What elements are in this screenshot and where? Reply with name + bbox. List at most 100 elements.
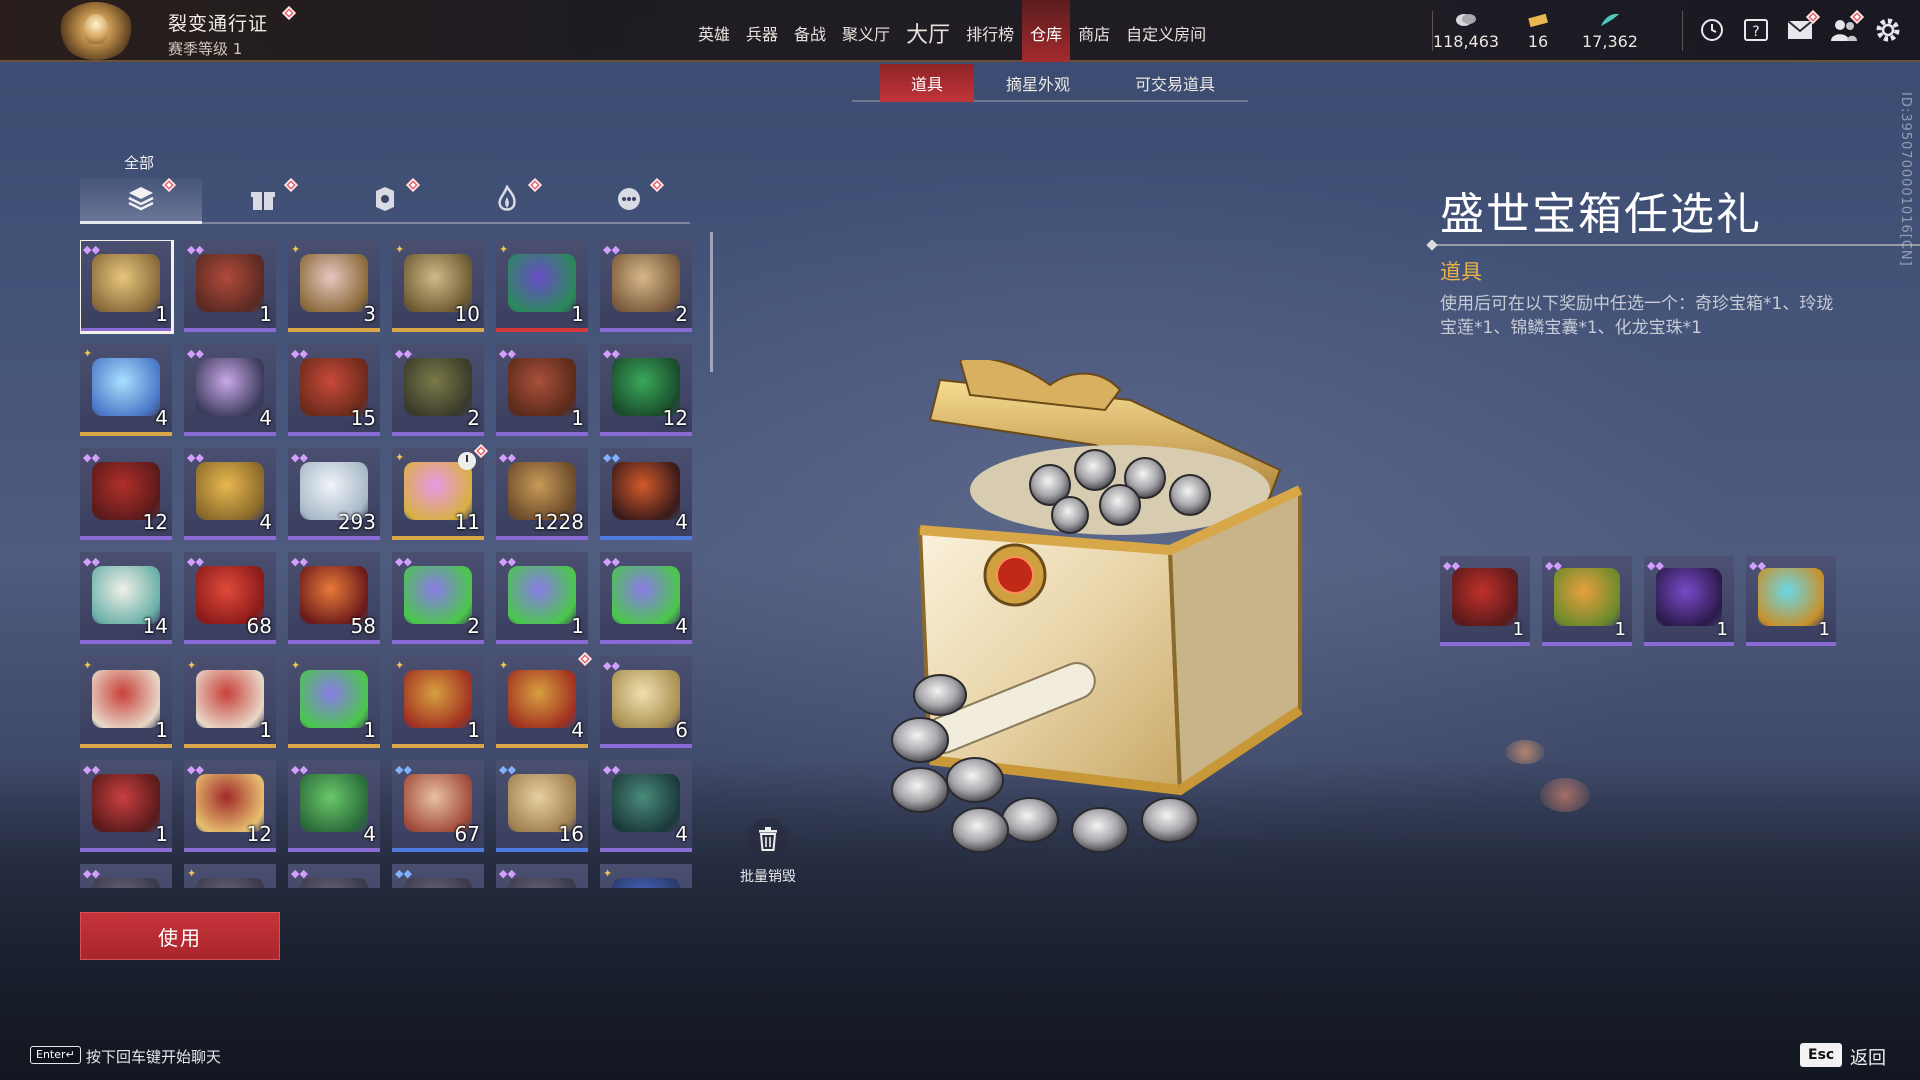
inventory-slot[interactable]: ◆◆ 58 — [288, 552, 380, 644]
friends-icon[interactable] — [1828, 9, 1865, 46]
clock-icon — [458, 452, 476, 470]
notification-dot — [161, 177, 177, 193]
rarity-mark-icon: ◆◆ — [499, 867, 516, 880]
item-art — [300, 670, 368, 728]
item-quantity: 1 — [259, 718, 272, 742]
rarity-mark-icon: ◆◆ — [395, 347, 412, 360]
inventory-slot[interactable]: ✦ 1 — [496, 240, 588, 332]
item-quantity: 15 — [350, 406, 376, 430]
subtab-spacer — [852, 64, 880, 100]
inventory-slot[interactable]: ◆◆ — [392, 864, 484, 888]
inventory-slot[interactable]: ◆◆ — [288, 864, 380, 888]
category-tab-1[interactable] — [202, 177, 324, 224]
inventory-slot[interactable]: ✦ 3 — [288, 240, 380, 332]
reward-option[interactable]: ◆◆ 1 — [1542, 556, 1632, 646]
inventory-slot[interactable]: ✦ 4 — [496, 651, 593, 748]
category-label: 全部 — [124, 154, 155, 172]
category-tab-3[interactable] — [446, 177, 568, 224]
reward-option[interactable]: ◆◆ 1 — [1644, 556, 1734, 646]
inventory-slot[interactable]: ✦ 11 — [392, 443, 489, 540]
inventory-slot[interactable]: ◆◆ 1228 — [496, 448, 588, 540]
inventory-slot[interactable]: ◆◆ 1 — [80, 240, 174, 334]
inventory-slot[interactable]: ◆◆ 4 — [288, 760, 380, 852]
inventory-slot[interactable]: ✦ 10 — [392, 240, 484, 332]
category-tab-2[interactable] — [324, 177, 446, 224]
pass-title[interactable]: 裂变通行证 — [168, 9, 268, 36]
notification-dot — [283, 177, 299, 193]
nav-tab-0[interactable]: 英雄 — [690, 0, 738, 62]
inventory-slot[interactable]: ◆◆ 15 — [288, 344, 380, 436]
item-quantity: 1228 — [533, 510, 584, 534]
battle-pass-emblem-icon[interactable] — [58, 2, 134, 60]
batch-destroy-button[interactable]: 批量销毁 — [740, 818, 796, 886]
inventory-slot[interactable]: ✦ 4 — [80, 344, 172, 436]
nav-tab-5[interactable]: 排行榜 — [958, 0, 1022, 62]
inventory-slot[interactable]: ✦ 1 — [288, 656, 380, 748]
nav-tab-7[interactable]: 商店 — [1070, 0, 1118, 62]
inventory-slot[interactable]: ◆◆ 4 — [600, 552, 692, 644]
inventory-slot[interactable]: ◆◆ 2 — [392, 344, 484, 436]
inventory-slot[interactable]: ◆◆ — [80, 864, 172, 888]
back-button[interactable]: 返回 — [1850, 1044, 1886, 1070]
subtab-0[interactable]: 道具 — [880, 64, 974, 102]
inventory-slot[interactable]: ✦ 1 — [184, 656, 276, 748]
inventory-slot[interactable]: ◆◆ 12 — [600, 344, 692, 436]
nav-tab-2[interactable]: 备战 — [786, 0, 834, 62]
settings-icon[interactable] — [1872, 14, 1904, 46]
warehouse-subtabs: 道具 摘星外观 可交易道具 — [852, 64, 1248, 102]
inventory-slot[interactable]: ◆◆ 1 — [496, 552, 588, 644]
nav-tab-4[interactable]: 大厅 — [898, 0, 958, 62]
inventory-slot[interactable]: ◆◆ 1 — [496, 344, 588, 436]
rarity-mark-icon: ◆◆ — [603, 555, 620, 568]
item-quantity: 3 — [363, 302, 376, 326]
inventory-slot[interactable]: ◆◆ 2 — [600, 240, 692, 332]
nav-tab-3[interactable]: 聚义厅 — [834, 0, 898, 62]
notification-dot — [649, 177, 665, 193]
timer-icon[interactable] — [1696, 14, 1728, 46]
esc-key-button[interactable]: Esc — [1800, 1043, 1843, 1067]
inventory-slot[interactable]: ◆◆ 293 — [288, 448, 380, 540]
inventory-slot[interactable]: ◆◆ 2 — [392, 552, 484, 644]
gift-icon — [250, 186, 276, 216]
use-button[interactable]: 使用 — [80, 912, 280, 960]
inventory-scrollbar[interactable] — [710, 232, 713, 372]
nav-tab-1[interactable]: 兵器 — [738, 0, 786, 62]
trash-icon[interactable] — [747, 818, 789, 860]
rarity-mark-icon: ◆◆ — [1545, 559, 1562, 572]
subtab-2[interactable]: 可交易道具 — [1102, 64, 1248, 102]
reward-option[interactable]: ◆◆ 1 — [1440, 556, 1530, 646]
inventory-slot[interactable]: ◆◆ 14 — [80, 552, 172, 644]
help-book-icon[interactable]: ? — [1740, 14, 1772, 46]
inventory-slot[interactable]: ◆◆ 4 — [600, 760, 692, 852]
inventory-slot[interactable]: ◆◆ 12 — [80, 448, 172, 540]
item-quantity: 16 — [558, 822, 584, 846]
rarity-mark-icon: ◆◆ — [1443, 559, 1460, 572]
inventory-slot[interactable]: ◆◆ 6 — [600, 656, 692, 748]
nav-tab-8[interactable]: 自定义房间 — [1118, 0, 1214, 62]
inventory-slot[interactable]: ◆◆ 12 — [184, 760, 276, 852]
inventory-slot[interactable]: ◆◆ 1 — [80, 760, 172, 852]
inventory-slot[interactable]: ◆◆ 67 — [392, 760, 484, 852]
inventory-slot[interactable]: ◆◆ 4 — [184, 448, 276, 540]
rarity-mark-icon: ✦ — [187, 867, 197, 880]
inventory-slot[interactable]: ✦ — [600, 864, 692, 888]
inventory-slot[interactable]: ✦ — [184, 864, 276, 888]
inventory-slot[interactable]: ◆◆ 1 — [184, 240, 276, 332]
inventory-slot[interactable]: ✦ 1 — [392, 656, 484, 748]
inventory-slot[interactable]: ◆◆ 16 — [496, 760, 588, 852]
subtab-1[interactable]: 摘星外观 — [974, 64, 1102, 102]
inventory-slot[interactable]: ◆◆ 4 — [600, 448, 692, 540]
mail-icon[interactable] — [1784, 9, 1821, 46]
inventory-slot[interactable]: ✦ 1 — [80, 656, 172, 748]
item-art — [508, 358, 576, 416]
inventory-slot[interactable]: ◆◆ — [496, 864, 588, 888]
rarity-mark-icon: ✦ — [603, 867, 613, 880]
reward-option[interactable]: ◆◆ 1 — [1746, 556, 1836, 646]
chat-hint: 按下回车键开始聊天 — [86, 1048, 222, 1066]
inventory-slot[interactable]: ◆◆ 4 — [184, 344, 276, 436]
category-tab-4[interactable] — [568, 177, 690, 224]
inventory-slot[interactable]: ◆◆ 68 — [184, 552, 276, 644]
category-tab-0[interactable] — [80, 177, 202, 224]
nav-tab-6[interactable]: 仓库 — [1022, 0, 1071, 62]
rarity-mark-icon: ✦ — [83, 347, 93, 360]
